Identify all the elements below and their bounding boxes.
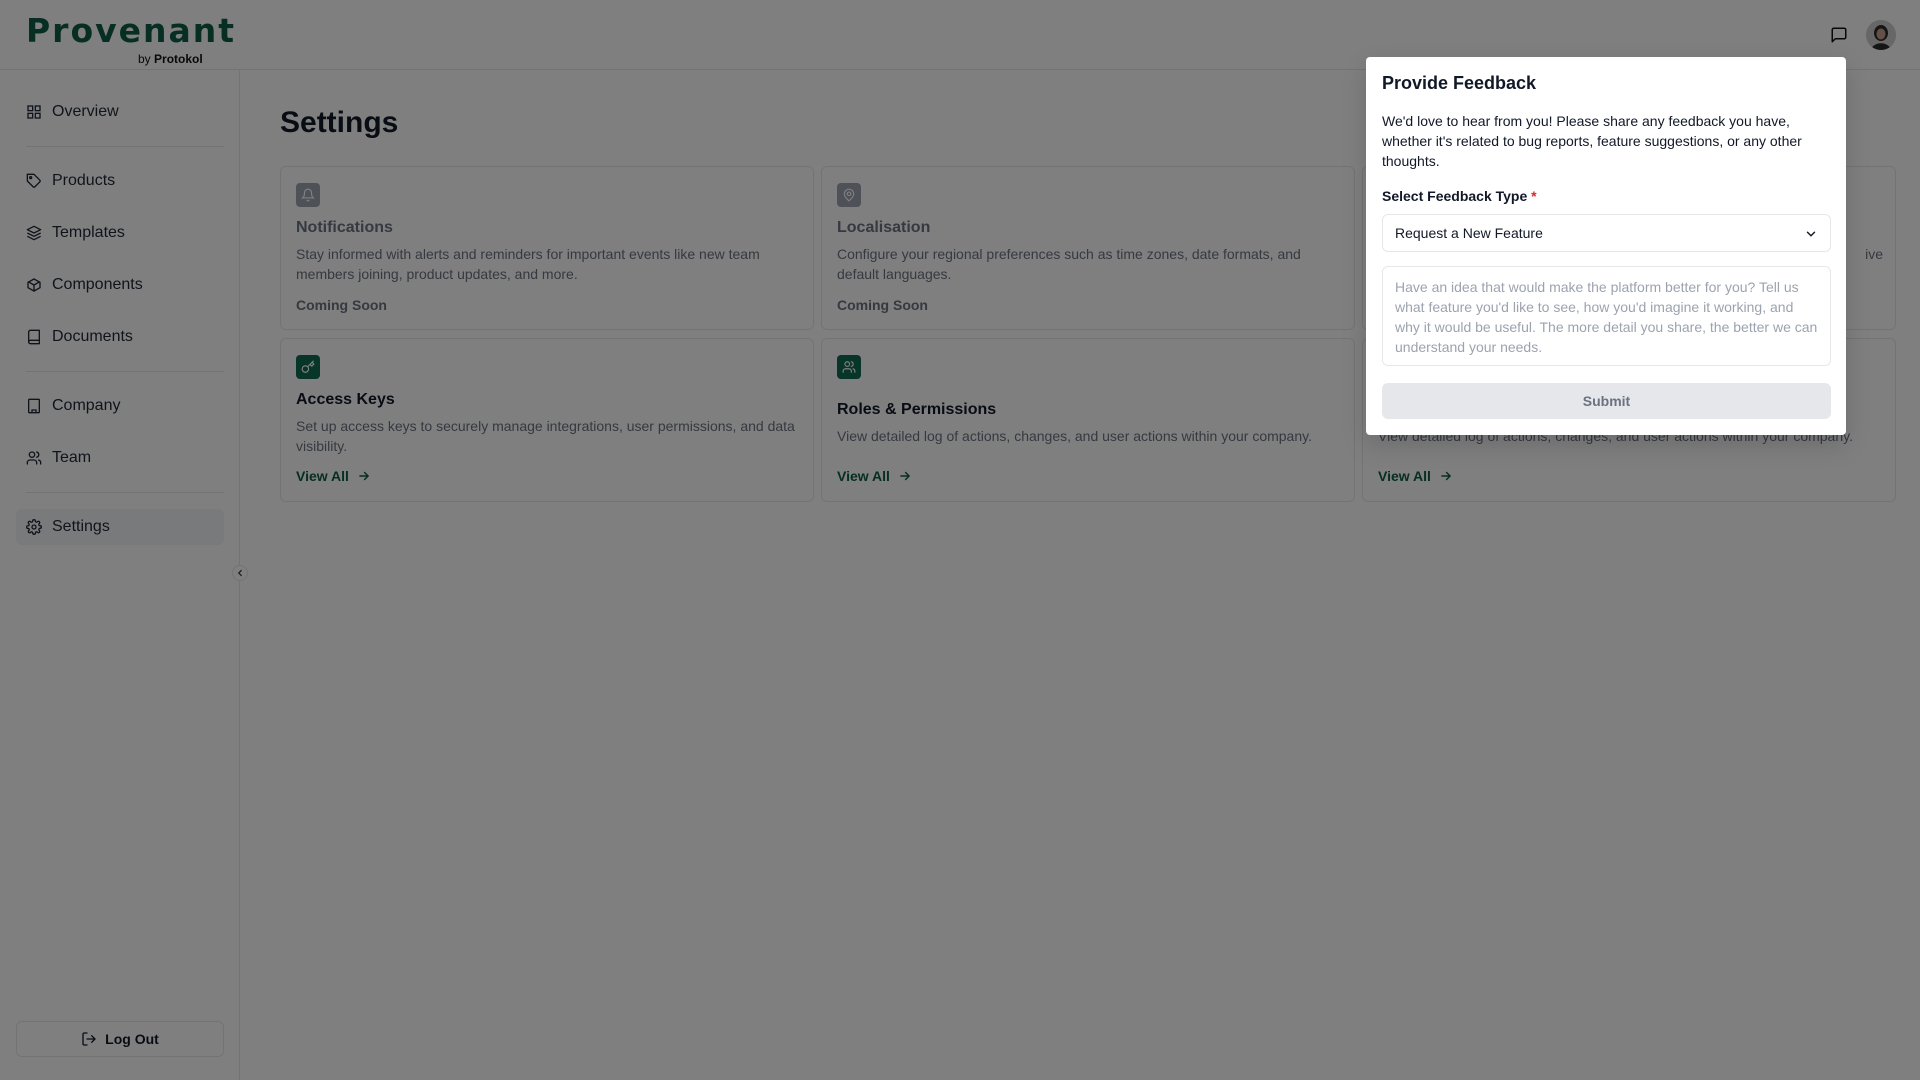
required-mark: * (1531, 188, 1537, 204)
feedback-textarea[interactable] (1382, 266, 1831, 366)
feedback-type-select[interactable]: Request a New Feature (1382, 214, 1831, 252)
selected-feedback-type: Request a New Feature (1395, 225, 1543, 241)
feedback-type-label: Select Feedback Type * (1382, 188, 1537, 204)
modal-title: Provide Feedback (1382, 73, 1537, 93)
feedback-modal: Provide Feedback We'd love to hear from … (1366, 57, 1846, 435)
modal-description: We'd love to hear from you! Please share… (1382, 113, 1802, 169)
chevron-down-icon (1806, 231, 1816, 237)
feedback-type-label-text: Select Feedback Type (1382, 188, 1528, 204)
submit-button[interactable]: Submit (1382, 383, 1831, 419)
